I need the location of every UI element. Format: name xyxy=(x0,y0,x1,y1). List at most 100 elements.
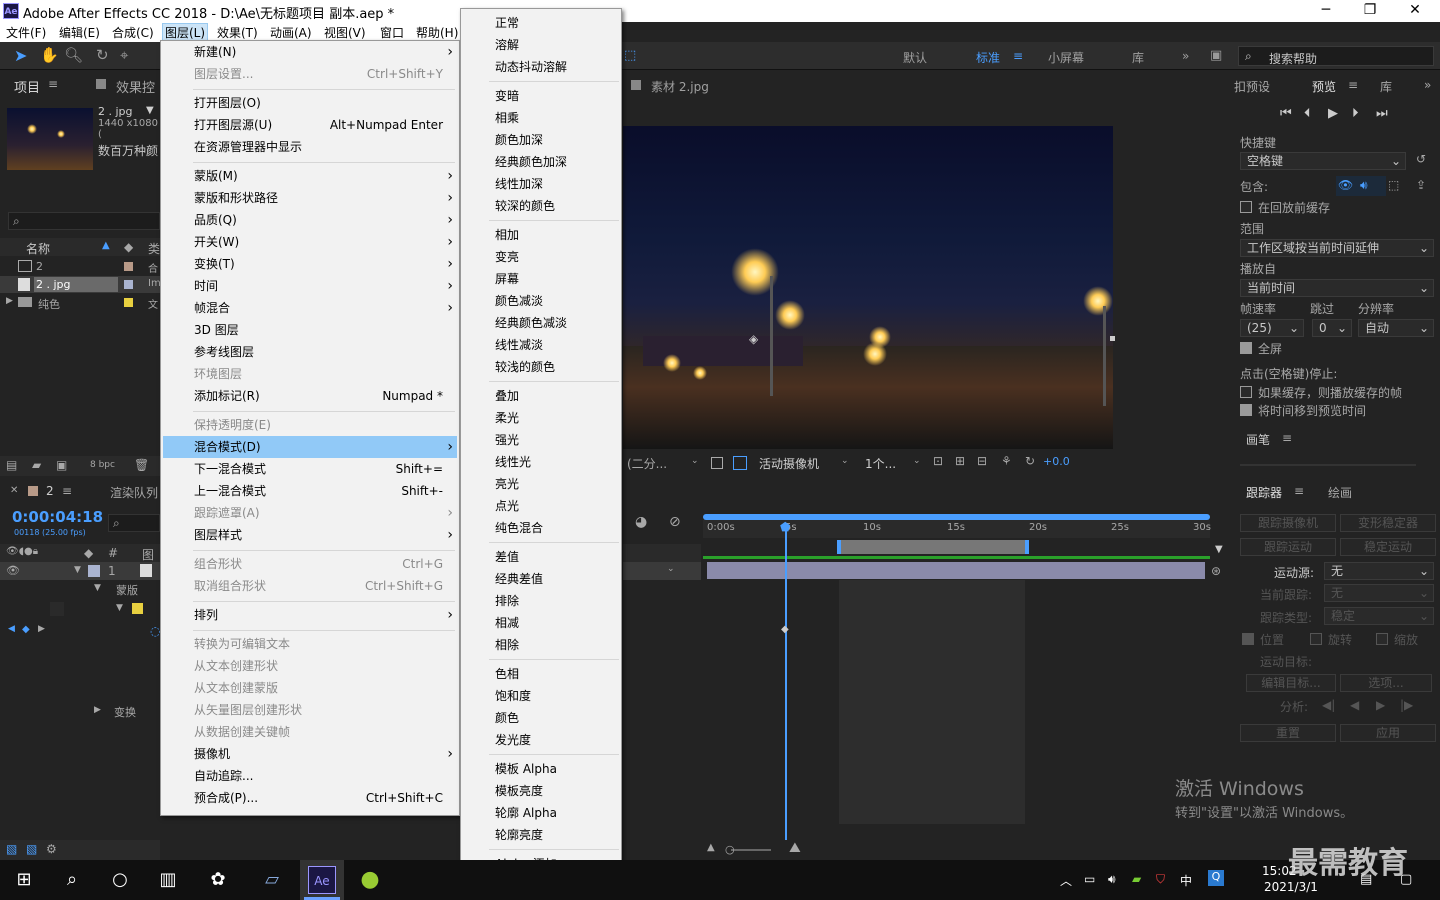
brush-menu-icon[interactable]: ≡ xyxy=(1282,431,1292,445)
layer-menu-item[interactable]: 开关(W) › xyxy=(163,231,457,253)
play-from-select[interactable]: 当前时间 ⌄ xyxy=(1240,279,1434,297)
blend-mode-item[interactable]: 相加 xyxy=(463,224,619,246)
playhead[interactable] xyxy=(785,524,787,840)
position-checkbox[interactable] xyxy=(1242,633,1254,645)
layer-menu-item[interactable]: 添加标记(R) Numpad * xyxy=(163,385,457,407)
timeline-search-input[interactable]: ⌕ xyxy=(108,514,160,532)
layer-menu-item[interactable]: 从文本创建形状 xyxy=(163,655,457,677)
tracker-menu-icon[interactable]: ≡ xyxy=(1294,484,1304,498)
zoom-slider-handle[interactable]: ○ xyxy=(725,843,735,856)
blend-mode-item[interactable]: 颜色加深 xyxy=(463,129,619,151)
channel-icon[interactable]: ⊟ xyxy=(977,454,987,468)
toggle-switches-icon[interactable]: ▧ xyxy=(26,842,37,856)
project-search-input[interactable]: ⌕ xyxy=(8,212,160,230)
blend-mode-item[interactable]: 较浅的颜色 xyxy=(463,356,619,378)
new-comp-icon[interactable]: ▣ xyxy=(56,458,67,472)
menu-composition[interactable]: 合成(C) xyxy=(112,24,154,41)
prev-keyframe-icon[interactable]: ◀ xyxy=(8,624,15,634)
blend-mode-item[interactable]: 叠加 xyxy=(463,385,619,407)
keyframe-icon[interactable]: ◆ xyxy=(781,624,789,635)
security-icon[interactable]: ⛉ xyxy=(1156,872,1165,887)
menu-window[interactable]: 窗口 xyxy=(380,24,404,41)
layer-menu-item[interactable]: 保持透明度(E) xyxy=(163,414,457,436)
scale-checkbox[interactable] xyxy=(1376,633,1388,645)
render-queue-tab[interactable]: 渲染队列 xyxy=(110,484,158,501)
blend-mode-item[interactable]: 溶解 xyxy=(463,34,619,56)
project-row[interactable]: 2 . jpg Im xyxy=(0,276,161,293)
analyze-fwd-icon[interactable]: |▶ xyxy=(1400,698,1413,712)
blend-mode-item[interactable]: 相减 xyxy=(463,612,619,634)
blend-mode-item[interactable]: 动态抖动溶解 xyxy=(463,56,619,78)
delete-icon[interactable]: 🗑︎ xyxy=(134,458,149,472)
prev-frame-icon[interactable]: ⏴ xyxy=(1304,106,1311,121)
apply-button[interactable]: 应用 xyxy=(1340,724,1436,742)
new-folder-icon[interactable]: ▰ xyxy=(32,458,41,472)
col-name[interactable]: 名称 xyxy=(26,240,50,257)
blend-mode-item[interactable]: 差值 xyxy=(463,546,619,568)
menu-file[interactable]: 文件(F) xyxy=(6,24,46,41)
transparency-grid-icon[interactable] xyxy=(733,456,747,470)
blend-mode-item[interactable]: 正常 xyxy=(463,12,619,34)
layer-menu-item[interactable]: 转换为可编辑文本 xyxy=(163,633,457,655)
play-cached-checkbox[interactable] xyxy=(1240,386,1252,398)
layer-menu-item[interactable]: 帧混合 › xyxy=(163,297,457,319)
blend-mode-item[interactable]: 发光度 xyxy=(463,729,619,751)
range-select[interactable]: 工作区域按当前时间延伸 ⌄ xyxy=(1240,239,1434,257)
more-workspaces-icon[interactable]: » xyxy=(1182,49,1189,63)
task-view-icon[interactable]: ▥ xyxy=(154,866,182,894)
nvidia-icon[interactable]: ▰ xyxy=(1132,872,1141,886)
reset-shortcut-icon[interactable]: ↺ xyxy=(1416,152,1426,166)
blend-mode-item[interactable]: 饱和度 xyxy=(463,685,619,707)
presets-tab[interactable]: 扣预设 xyxy=(1234,78,1270,95)
audio-icon[interactable]: 🔊︎ xyxy=(1360,178,1368,193)
skip-select[interactable]: 0 ⌄ xyxy=(1312,319,1352,337)
stopwatch-icon[interactable]: ◌ xyxy=(150,624,160,638)
edit-target-button[interactable]: 编辑目标... xyxy=(1246,674,1336,692)
layer-menu-item[interactable]: 排列 › xyxy=(163,604,457,626)
layer-menu-item[interactable]: 时间 › xyxy=(163,275,457,297)
blend-mode-item[interactable]: 变亮 xyxy=(463,246,619,268)
viewer-tab[interactable]: 素材 2.jpg xyxy=(651,78,709,95)
app-melon-icon[interactable]: ● xyxy=(356,866,384,894)
snapshot-icon[interactable]: ⊞ xyxy=(955,454,965,468)
workspace-standard[interactable]: 标准 xyxy=(976,49,1000,66)
track-motion-button[interactable]: 跟踪运动 xyxy=(1240,538,1336,556)
library-tab[interactable]: 库 xyxy=(1380,78,1392,95)
blend-mode-item[interactable]: 颜色 xyxy=(463,707,619,729)
workspace-menu-icon[interactable]: ≡ xyxy=(1013,49,1023,63)
play-icon[interactable]: ▶ xyxy=(1328,106,1338,121)
project-row[interactable]: ▶ 纯色 文 xyxy=(0,294,160,311)
search-icon[interactable]: ⌕ xyxy=(58,866,86,894)
resolution-select[interactable]: (二分... xyxy=(627,455,667,472)
keyframe-icon[interactable]: ◆ xyxy=(22,624,30,635)
layer-duration-bar[interactable] xyxy=(707,562,1205,579)
region-icon[interactable] xyxy=(711,457,723,469)
preview-tab[interactable]: 预览 xyxy=(1312,78,1336,95)
interpret-footage-icon[interactable]: ▤ xyxy=(6,458,17,472)
effects-control-tab[interactable]: 效果控 xyxy=(116,77,155,96)
layer-menu-item[interactable]: 3D 图层 xyxy=(163,319,457,341)
blend-mode-item[interactable]: 点光 xyxy=(463,495,619,517)
app-notepad-icon[interactable]: ▱ xyxy=(258,866,286,894)
frame-handle[interactable] xyxy=(1110,336,1115,341)
blend-mode-item[interactable]: 颜色减淡 xyxy=(463,290,619,312)
layer-menu-item[interactable]: 混合模式(D) › xyxy=(163,436,457,458)
sort-asc-icon[interactable]: ▲ xyxy=(102,240,110,251)
layer-menu-item[interactable]: 打开图层源(U) Alt+Numpad Enter xyxy=(163,114,457,136)
blend-mode-item[interactable]: 线性光 xyxy=(463,451,619,473)
mask-sub-row[interactable]: ▼ xyxy=(0,600,160,618)
warp-stabilizer-button[interactable]: 变形稳定器 xyxy=(1340,514,1436,532)
blend-mode-item[interactable]: 模板亮度 xyxy=(463,780,619,802)
stabilize-motion-button[interactable]: 稳定运动 xyxy=(1340,538,1436,556)
layer-menu-item[interactable]: 上一混合模式 Shift+- xyxy=(163,480,457,502)
options-button[interactable]: 选项... xyxy=(1340,674,1432,692)
tracker-tab[interactable]: 跟踪器 xyxy=(1246,484,1282,501)
camera-tool-icon[interactable]: ⌖ xyxy=(120,46,128,64)
expand-arrow-icon[interactable]: ▶ xyxy=(6,296,13,306)
overlay-icon[interactable]: ⬚ xyxy=(1388,178,1399,192)
transform-row[interactable]: ▶ 变换 xyxy=(0,702,160,720)
layer-menu-item[interactable]: 蒙版(M) › xyxy=(163,165,457,187)
blend-mode-item[interactable]: 线性减淡 xyxy=(463,334,619,356)
blend-mode-item[interactable]: 屏幕 xyxy=(463,268,619,290)
blend-mode-item[interactable]: 纯色混合 xyxy=(463,517,619,539)
